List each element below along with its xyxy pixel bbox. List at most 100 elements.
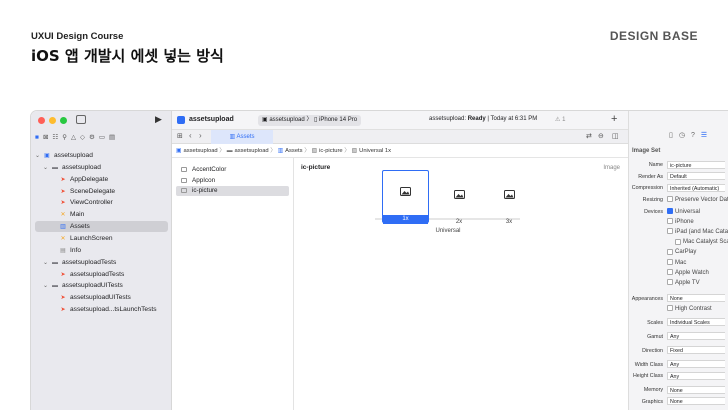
device-row: Apple Watch (629, 268, 728, 278)
help-icon[interactable]: ? (691, 132, 701, 139)
device-checkbox[interactable] (667, 218, 673, 225)
scales-popup-value[interactable]: Individual Scales (667, 318, 725, 327)
height-class-popup-value[interactable]: Any (667, 371, 725, 380)
nav-item-label: LaunchScreen (70, 234, 113, 242)
refresh-icon[interactable]: ⇄ (586, 132, 592, 140)
assets-icon: ▥ (277, 148, 284, 154)
device-checkbox[interactable] (667, 248, 673, 255)
image-slot[interactable]: 1x (382, 170, 429, 224)
device-checkbox[interactable] (667, 208, 673, 215)
nav-item[interactable]: ➤ assetsuploadUITests (31, 292, 172, 303)
split-icon[interactable]: ◫ (612, 132, 619, 140)
asset-icon (181, 177, 187, 183)
breadcrumb-separator-icon: 〉 (268, 148, 278, 154)
nav-item[interactable]: ⌄ ▬ assetsuploadUITests (31, 280, 172, 291)
grid-icon[interactable]: ⊞ (177, 132, 183, 140)
device-checkbox[interactable] (667, 269, 673, 276)
nav-item[interactable]: ✕ Main (31, 209, 172, 220)
compression-popup: Compression Inherited (Automatic) (629, 183, 728, 193)
nav-item[interactable]: ⌄ ▣ assetsupload (31, 150, 172, 161)
symbol-icon[interactable]: ☷ (52, 134, 62, 141)
slot-group-label: Universal (435, 228, 461, 234)
breadcrumb-item[interactable]: ▥ Assets (278, 148, 303, 154)
nav-item[interactable]: ✕ LaunchScreen (31, 233, 172, 244)
file-inspector-icon[interactable]: ▯ (669, 132, 679, 139)
memory-popup-value[interactable]: None (667, 385, 725, 394)
swift-icon: ➤ (60, 271, 66, 278)
appearances-popup-value[interactable]: None (667, 294, 725, 303)
sidebar-toggle-icon[interactable] (76, 115, 86, 124)
back-icon[interactable]: ‹ (189, 131, 192, 140)
debug-icon[interactable]: ⚙ (89, 134, 99, 141)
report-icon[interactable]: ▤ (109, 134, 119, 141)
folder-tab-icon[interactable]: ■ (35, 134, 43, 141)
disclosure-icon[interactable]: ⌄ (43, 258, 51, 269)
image-slot[interactable]: 2x (437, 174, 481, 225)
minimize-window-button[interactable] (49, 117, 56, 124)
swift-icon: ➤ (60, 188, 66, 195)
editor-tab-bar: ⊞ ‹ › ▥ Assets ⇄ ⊖ ◫ (172, 130, 628, 144)
compression-popup-value[interactable]: Inherited (Automatic) (667, 183, 725, 192)
device-checkbox[interactable] (667, 228, 673, 235)
project-icon: ▣ (176, 148, 182, 154)
breadcrumb-item[interactable]: ▬ assetsupload (227, 148, 269, 154)
memory-popup-label: Memory (643, 387, 663, 394)
forward-icon[interactable]: › (199, 131, 202, 140)
nav-item[interactable]: ▤ Info (31, 245, 172, 256)
warning-badge[interactable]: ⚠ 1 (555, 116, 565, 123)
add-button[interactable]: + (611, 113, 617, 125)
device-checkbox[interactable] (667, 279, 673, 286)
device-checkbox[interactable] (667, 259, 673, 266)
tab-assets[interactable]: ▥ Assets (211, 130, 273, 144)
history-icon[interactable]: ◷ (679, 132, 691, 139)
nav-item[interactable]: ➤ AppDelegate (31, 174, 172, 185)
image-slot[interactable]: 3x (487, 174, 531, 225)
issue-icon[interactable]: △ (71, 134, 80, 141)
test-icon[interactable]: ◇ (80, 134, 89, 141)
graphics-popup-value[interactable]: None (667, 397, 725, 406)
breakpoint-icon[interactable]: ▭ (99, 134, 109, 141)
zoom-window-button[interactable] (60, 117, 67, 124)
find-icon[interactable]: ⚲ (62, 134, 71, 141)
nav-item[interactable]: ⌄ ▬ assetsuploadTests (31, 257, 172, 268)
image-slot-icon: ▧ (351, 148, 358, 154)
name-field-value[interactable]: ic-picture (667, 160, 725, 169)
nav-item[interactable]: ➤ ViewController (31, 197, 172, 208)
render-as-popup-value[interactable]: Default (667, 172, 725, 181)
nav-item[interactable]: ⌄ ▬ assetsupload (31, 162, 172, 173)
attributes-icon[interactable]: ☰ (701, 132, 713, 139)
breadcrumb-item[interactable]: ▧ ic-picture (312, 148, 343, 154)
disclosure-icon[interactable]: ⌄ (43, 281, 51, 292)
run-button-icon[interactable]: ▶ (155, 114, 162, 125)
nav-item[interactable]: ➤ SceneDelegate (31, 186, 172, 197)
nav-item[interactable]: ➤ assetsuploadTests (31, 269, 172, 280)
asset-list-item[interactable]: AccentColor (176, 165, 289, 175)
close-window-button[interactable] (38, 117, 45, 124)
breadcrumb-item[interactable]: ▣ assetsupload (176, 148, 218, 154)
disclosure-icon[interactable]: ⌄ (35, 151, 43, 162)
asset-list-item[interactable]: ic-picture (176, 186, 289, 196)
nav-item-label: SceneDelegate (70, 187, 116, 195)
gamut-popup-value[interactable]: Any (667, 332, 725, 341)
page-title: iOS 앱 개발시 에셋 넣는 방식 (31, 47, 224, 65)
brand-logo: DESIGN BASE (609, 29, 698, 43)
device-checkbox[interactable] (675, 238, 681, 245)
picture-icon (487, 174, 531, 218)
resizing-row: Resizing Preserve Vector Data (642, 196, 728, 203)
scheme-selector[interactable]: ▣ assetsupload 〉 ▯ iPhone 14 Pro (258, 115, 362, 126)
device-row: CarPlay (629, 247, 728, 257)
source-control-icon[interactable]: ⊠ (43, 134, 52, 141)
image-set-kind: Image (603, 165, 620, 171)
direction-popup-value[interactable]: Fixed (667, 346, 725, 355)
breadcrumb-item[interactable]: ▧ Universal 1x (352, 148, 391, 154)
width-class-popup-value[interactable]: Any (667, 360, 725, 369)
asset-list-item[interactable]: AppIcon (176, 176, 289, 186)
appearances-popup-label: Appearances (631, 295, 663, 302)
high-contrast-checkbox[interactable] (667, 305, 673, 312)
disclosure-icon[interactable]: ⌄ (43, 163, 51, 174)
folder-icon: ▬ (226, 148, 233, 154)
nav-item[interactable]: ➤ assetsupload...tsLaunchTests (31, 304, 172, 315)
nav-item[interactable]: ▥ Assets (35, 221, 168, 233)
options-icon[interactable]: ⊖ (598, 132, 604, 140)
preserve-vector-checkbox[interactable] (667, 196, 673, 203)
